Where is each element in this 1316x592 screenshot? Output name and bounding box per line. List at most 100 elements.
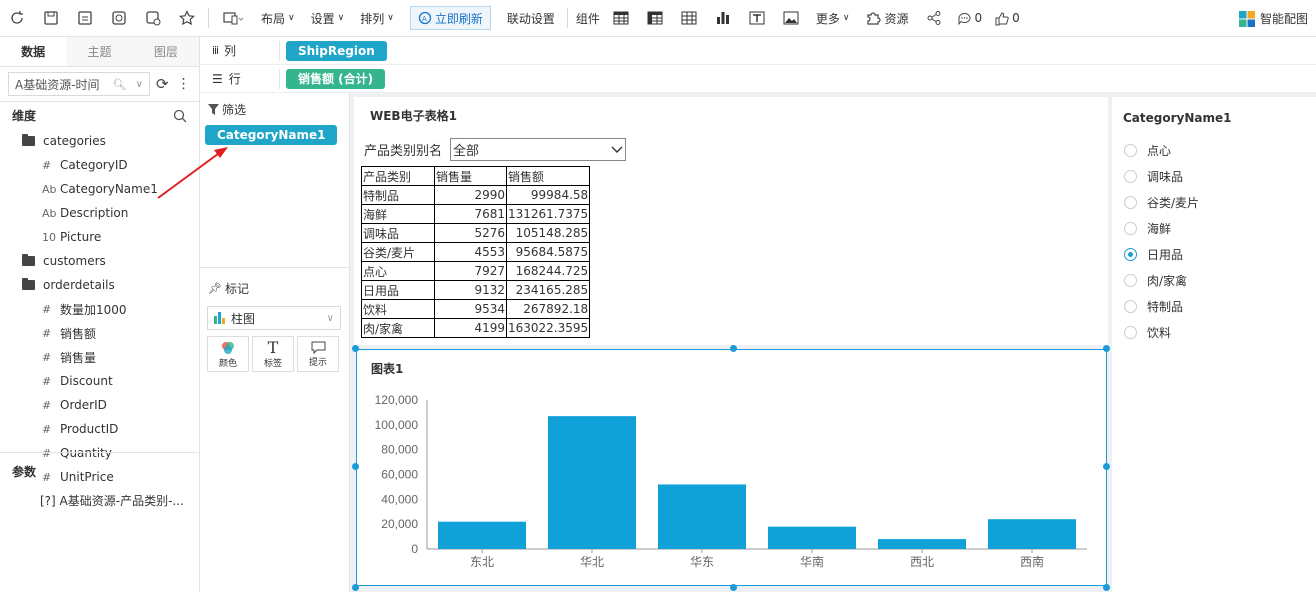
table-cell[interactable]: 163022.3595: [505, 318, 591, 338]
more-vertical-icon[interactable]: ⋮: [177, 76, 191, 92]
resize-handle-mr[interactable]: [1103, 463, 1110, 470]
link-settings-button[interactable]: 联动设置: [499, 0, 563, 37]
tree-folder[interactable]: orderdetails: [0, 273, 199, 297]
tree-field[interactable]: # 数量加1000: [0, 297, 199, 321]
bar[interactable]: [438, 521, 526, 549]
resize-handle-tc[interactable]: [730, 345, 737, 352]
radio-button[interactable]: [1124, 273, 1137, 287]
category-option[interactable]: 谷类/麦片: [1124, 189, 1199, 215]
bar[interactable]: [878, 539, 966, 549]
filter-pill-categoryname1[interactable]: CategoryName1: [205, 125, 337, 145]
tree-field[interactable]: Ab Description: [0, 201, 199, 225]
row-pill-sales[interactable]: 销售额 (合计): [286, 68, 386, 89]
mark-tooltip-button[interactable]: 提示: [297, 336, 339, 372]
table-cell[interactable]: 105148.285: [505, 223, 591, 243]
category-option[interactable]: 调味品: [1124, 163, 1199, 189]
tree-field[interactable]: # CategoryID: [0, 153, 199, 177]
bar[interactable]: [548, 416, 636, 549]
resize-handle-bl[interactable]: [352, 584, 359, 591]
table-cell[interactable]: 131261.7375: [505, 204, 591, 224]
table-cell[interactable]: 肉/家禽: [361, 318, 435, 338]
table-cell[interactable]: 7681: [434, 204, 507, 224]
grid-icon[interactable]: [672, 0, 706, 37]
mark-label-button[interactable]: T 标签: [252, 336, 294, 372]
arrange-menu[interactable]: 排列 ∨: [352, 0, 402, 37]
bar[interactable]: [768, 526, 856, 549]
table-cell[interactable]: 99984.58: [505, 185, 591, 205]
tree-folder[interactable]: customers: [0, 249, 199, 273]
table-cell[interactable]: 9534: [434, 299, 507, 319]
data-source-select[interactable]: A基础资源-时间 🔍︎ ∨: [8, 72, 150, 96]
table-cell[interactable]: 调味品: [361, 223, 435, 243]
image-icon[interactable]: [774, 0, 808, 37]
category-option[interactable]: 点心: [1124, 137, 1199, 163]
tree-field[interactable]: # 销售额: [0, 321, 199, 345]
table-cell[interactable]: 234165.285: [505, 280, 591, 300]
resize-handle-ml[interactable]: [352, 463, 359, 470]
radio-button[interactable]: [1124, 325, 1137, 339]
category-option[interactable]: 海鲜: [1124, 215, 1199, 241]
resources-button[interactable]: 资源: [857, 0, 916, 37]
table-cell[interactable]: 9132: [434, 280, 507, 300]
text-icon[interactable]: [740, 0, 774, 37]
refresh-now-button[interactable]: A 立即刷新: [409, 6, 491, 30]
crosstab-icon[interactable]: [638, 0, 672, 37]
preview-icon[interactable]: [102, 0, 136, 37]
tree-field[interactable]: # OrderID: [0, 393, 199, 417]
save-icon[interactable]: [34, 0, 68, 37]
like-button[interactable]: 0: [988, 0, 1026, 37]
table-cell[interactable]: 95684.5875: [505, 242, 591, 262]
radio-button[interactable]: [1124, 247, 1137, 261]
smart-chart-button[interactable]: 智能配图: [1238, 0, 1308, 37]
table-cell[interactable]: 谷类/麦片: [361, 242, 435, 262]
table-cell[interactable]: 点心: [361, 261, 435, 281]
tree-field[interactable]: # ProductID: [0, 417, 199, 441]
table-cell[interactable]: 4553: [434, 242, 507, 262]
category-option[interactable]: 日用品: [1124, 241, 1199, 267]
resize-handle-tr[interactable]: [1103, 345, 1110, 352]
table-cell[interactable]: 饮料: [361, 299, 435, 319]
chart-type-select[interactable]: 柱图 ∨: [207, 306, 341, 330]
table-cell[interactable]: 4199: [434, 318, 507, 338]
comment-button[interactable]: 0: [951, 0, 989, 37]
tree-field[interactable]: 10 Picture: [0, 225, 199, 249]
refresh-icon[interactable]: [0, 0, 34, 37]
radio-button[interactable]: [1124, 221, 1137, 235]
search-icon[interactable]: [173, 109, 187, 123]
table-cell[interactable]: 日用品: [361, 280, 435, 300]
share-icon[interactable]: [917, 0, 951, 37]
resize-handle-tl[interactable]: [352, 345, 359, 352]
table-cell[interactable]: 168244.725: [505, 261, 591, 281]
table-cell[interactable]: 2990: [434, 185, 507, 205]
radio-button[interactable]: [1124, 195, 1137, 209]
tab-theme[interactable]: 主题: [66, 37, 133, 66]
radio-button[interactable]: [1124, 143, 1137, 157]
save-as-icon[interactable]: [68, 0, 102, 37]
layout-menu[interactable]: 布局 ∨: [253, 0, 303, 37]
bar-chart-icon[interactable]: [706, 0, 740, 37]
radio-button[interactable]: [1124, 169, 1137, 183]
settings-menu[interactable]: 设置 ∨: [303, 0, 353, 37]
table-cell[interactable]: 267892.18: [505, 299, 591, 319]
radio-button[interactable]: [1124, 299, 1137, 313]
tree-field[interactable]: Ab CategoryName1: [0, 177, 199, 201]
tab-data[interactable]: 数据: [0, 37, 67, 66]
bar[interactable]: [658, 484, 746, 549]
category-option[interactable]: 饮料: [1124, 319, 1199, 345]
tree-field[interactable]: # 销售量: [0, 345, 199, 369]
table-icon[interactable]: [604, 0, 638, 37]
star-icon[interactable]: [170, 0, 204, 37]
table-cell[interactable]: 特制品: [361, 185, 435, 205]
web-sheet-card[interactable]: WEB电子表格1 产品类别别名 全部 产品类别 销售量 销售额 特制品 2990 9998…: [354, 97, 1108, 345]
resize-handle-br[interactable]: [1103, 584, 1110, 591]
more-menu[interactable]: 更多 ∨: [808, 0, 858, 37]
table-cell[interactable]: 海鲜: [361, 204, 435, 224]
mark-color-button[interactable]: 颜色: [207, 336, 249, 372]
category-alias-select[interactable]: 全部: [450, 138, 627, 161]
device-icon[interactable]: [213, 0, 253, 37]
resize-handle-bc[interactable]: [730, 584, 737, 591]
bar[interactable]: [988, 519, 1076, 549]
col-pill-shipregion[interactable]: ShipRegion: [286, 40, 387, 61]
bar-chart-card[interactable]: 图表1 0 20,000 40,000 60,000 80,000 100,000 120,…: [356, 349, 1107, 586]
tab-layers[interactable]: 图层: [132, 37, 199, 66]
